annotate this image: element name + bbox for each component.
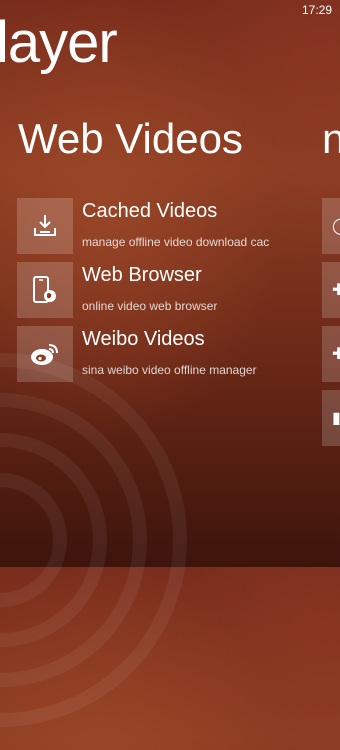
item-title: Web Browser — [82, 264, 202, 286]
tile[interactable] — [17, 262, 73, 318]
next-section-peek[interactable]: n — [322, 115, 340, 162]
section-title: Web Videos — [18, 115, 243, 162]
menu-list: Cached Videos manage offline video downl… — [17, 198, 327, 390]
app-title: layer — [0, 10, 118, 75]
weibo-icon — [31, 344, 58, 365]
peek-icon: ✚ — [332, 280, 340, 299]
peek-icon: ▮ — [332, 408, 340, 427]
peek-icon: ◯ — [332, 216, 340, 235]
item-title: Weibo Videos — [82, 328, 205, 350]
tile[interactable] — [17, 198, 73, 254]
next-section-tiles: ◯ ✚ ✚ ▮ — [322, 198, 340, 454]
peek-tile[interactable]: ◯ — [322, 198, 340, 254]
tile[interactable] — [17, 326, 73, 382]
item-subtitle: manage offline video download cac — [82, 235, 270, 249]
peek-tile[interactable]: ✚ — [322, 262, 340, 318]
peek-tile[interactable]: ✚ — [322, 326, 340, 382]
item-subtitle: sina weibo video offline manager — [82, 363, 257, 377]
item-subtitle: online video web browser — [82, 299, 218, 313]
peek-icon: ✚ — [332, 344, 340, 363]
decorative-rings — [0, 353, 187, 727]
download-icon — [34, 215, 56, 236]
list-item-cached-videos[interactable]: Cached Videos manage offline video downl… — [17, 198, 327, 254]
peek-tile[interactable]: ▮ — [322, 390, 340, 446]
clock: 17:29 — [301, 3, 332, 17]
list-item-web-browser[interactable]: Web Browser online video web browser — [17, 262, 327, 318]
list-item-weibo-videos[interactable]: Weibo Videos sina weibo video offline ma… — [17, 326, 327, 382]
item-title: Cached Videos — [82, 200, 218, 222]
phone-globe-icon — [33, 276, 56, 303]
